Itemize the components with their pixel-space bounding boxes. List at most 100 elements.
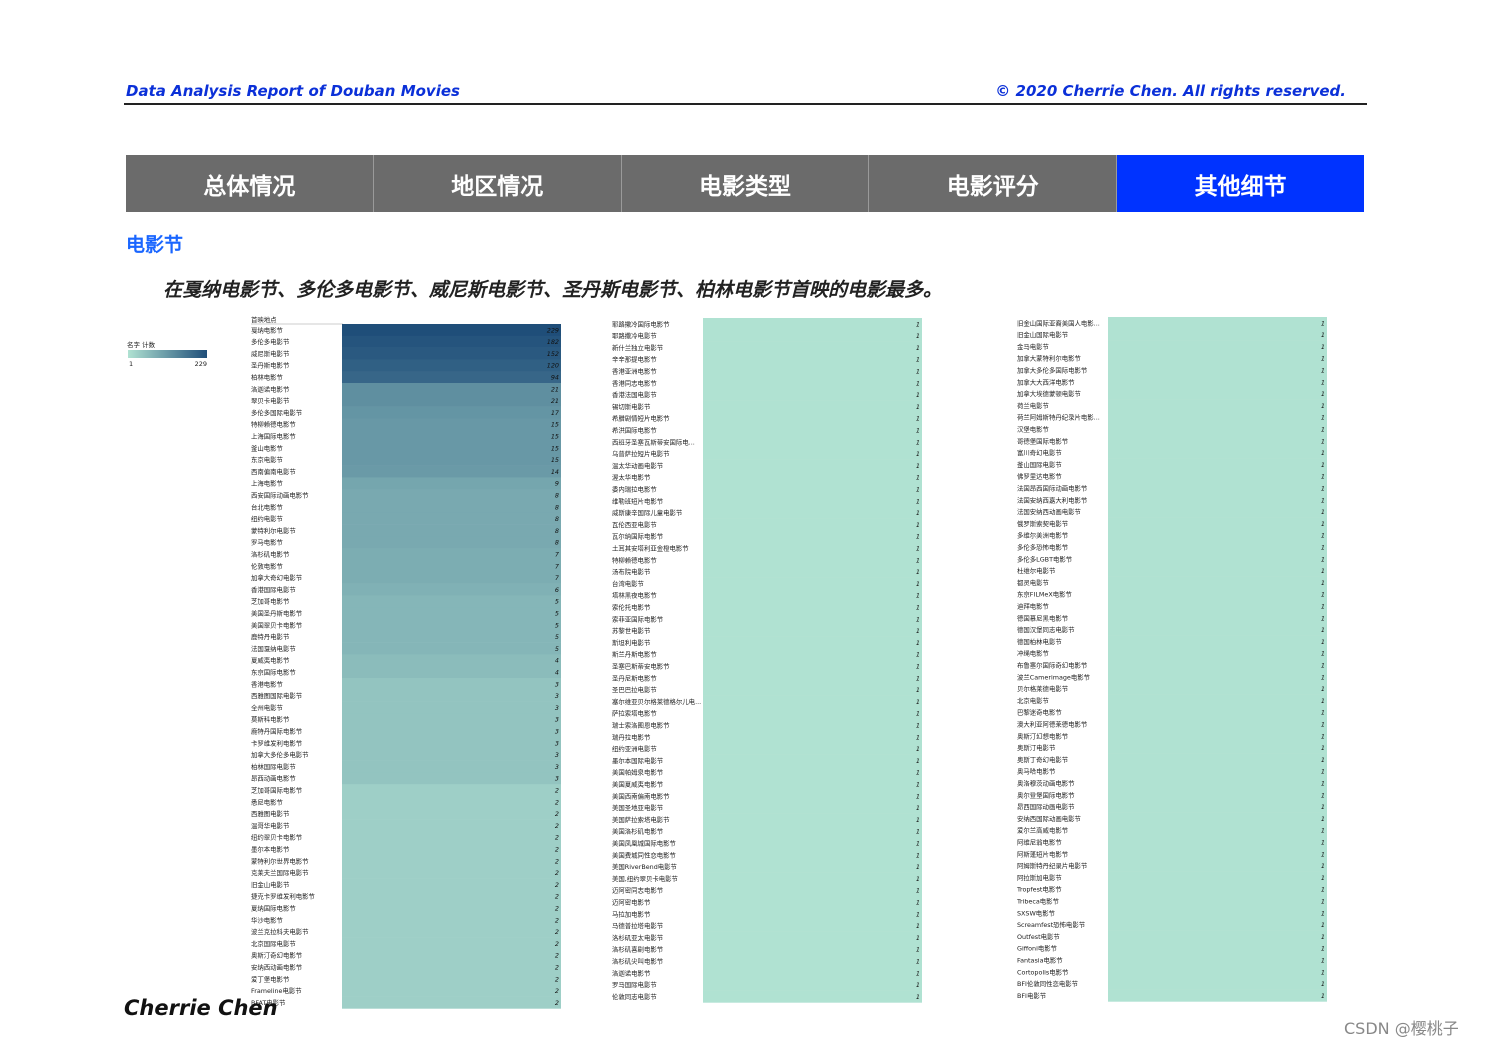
festival-label: 芝加哥国际电影节 bbox=[251, 786, 303, 795]
festival-label: 昂西动画电影节 bbox=[251, 774, 296, 783]
heat-cell bbox=[703, 636, 922, 649]
count-label: 1 bbox=[1321, 544, 1325, 552]
heat-cell bbox=[703, 967, 922, 980]
count-label: 1 bbox=[916, 379, 920, 387]
festival-label: 奥马哈电影节 bbox=[1017, 767, 1056, 776]
count-label: 1 bbox=[1321, 744, 1325, 752]
festival-label: 美国洛杉矶电影节 bbox=[612, 827, 664, 836]
count-label: 3 bbox=[555, 716, 559, 724]
heat-cell bbox=[1108, 553, 1327, 566]
festival-label: 马德普拉塔电影节 bbox=[612, 921, 664, 930]
count-label: 2 bbox=[555, 787, 559, 795]
festival-label: 夏纳国际电影节 bbox=[251, 904, 296, 913]
count-label: 1 bbox=[1321, 367, 1325, 375]
festival-label: 墨尔本国际电影节 bbox=[612, 756, 664, 765]
count-label: 1 bbox=[1321, 957, 1325, 965]
heat-cell bbox=[703, 742, 922, 755]
festival-label: 苏黎世电影节 bbox=[612, 626, 651, 635]
count-label: 1 bbox=[1321, 756, 1325, 764]
festival-label: 戛纳电影节 bbox=[251, 325, 284, 334]
heat-cell bbox=[1108, 907, 1327, 920]
festival-label: 美国凤凰城国际电影节 bbox=[612, 839, 677, 848]
festival-label: 特柳赖德电影节 bbox=[251, 420, 296, 429]
festival-label: 美国圣地亚电影节 bbox=[612, 803, 664, 812]
festival-label: 卡罗维发利电影节 bbox=[251, 738, 303, 747]
festival-label: 希腊剧情短片电影节 bbox=[612, 414, 670, 423]
count-label: 1 bbox=[916, 722, 920, 730]
count-label: 1 bbox=[1321, 508, 1325, 516]
festival-label: 冲绳电影节 bbox=[1017, 649, 1050, 658]
festival-label: 美国西南偏南电影节 bbox=[612, 791, 670, 800]
heat-cell bbox=[703, 719, 922, 732]
count-label: 2 bbox=[555, 857, 559, 865]
festival-label: 上海电影节 bbox=[251, 479, 284, 488]
heat-cell bbox=[1108, 317, 1327, 330]
festival-label: 西南偏南电影节 bbox=[251, 467, 296, 476]
count-label: 1 bbox=[1321, 909, 1325, 917]
count-label: 3 bbox=[555, 728, 559, 736]
count-label: 5 bbox=[555, 621, 559, 629]
heat-cell bbox=[1108, 635, 1327, 648]
heat-cell bbox=[1108, 966, 1327, 979]
count-label: 1 bbox=[916, 415, 920, 423]
count-label: 1 bbox=[1321, 437, 1325, 445]
count-label: 1 bbox=[1321, 485, 1325, 493]
count-label: 2 bbox=[555, 846, 559, 854]
heat-cell bbox=[342, 961, 561, 974]
heat-cell bbox=[342, 725, 561, 738]
heat-cell bbox=[1108, 411, 1327, 424]
heat-cell bbox=[342, 430, 561, 443]
heat-cell bbox=[1108, 612, 1327, 625]
heat-cell bbox=[703, 565, 922, 578]
festival-label: 台湾电影节 bbox=[612, 579, 645, 588]
festival-label: 塔林黑夜电影节 bbox=[612, 591, 657, 600]
count-label: 1 bbox=[1321, 449, 1325, 457]
festival-label: 温太华动画电影节 bbox=[612, 461, 664, 470]
festival-label: Fantasia电影节 bbox=[1017, 956, 1063, 965]
count-label: 1 bbox=[916, 981, 920, 989]
heat-cell bbox=[703, 884, 922, 897]
heat-cell bbox=[703, 613, 922, 626]
heat-cell bbox=[342, 524, 561, 537]
heat-cell bbox=[342, 689, 561, 702]
festival-label: 佛罗里达电影节 bbox=[1017, 472, 1062, 481]
heat-cell bbox=[703, 341, 922, 354]
heat-cell bbox=[703, 672, 922, 685]
heat-cell bbox=[703, 837, 922, 850]
heat-cell bbox=[1108, 399, 1327, 412]
count-label: 1 bbox=[1321, 980, 1325, 988]
heat-cell bbox=[342, 383, 561, 396]
count-label: 5 bbox=[555, 610, 559, 618]
festival-label: 迈阿密电影节 bbox=[612, 898, 651, 907]
festival-label: 迈阿密同志电影节 bbox=[612, 886, 664, 895]
heat-cell bbox=[342, 843, 561, 856]
count-label: 17 bbox=[551, 409, 559, 417]
heat-cell bbox=[342, 548, 561, 561]
heat-cell bbox=[703, 447, 922, 460]
heat-cell bbox=[1108, 328, 1327, 341]
festival-label: 斯坦利电影节 bbox=[612, 638, 651, 647]
heat-cell bbox=[703, 896, 922, 909]
festival-label: 特柳赖德电影节 bbox=[612, 555, 657, 564]
heat-cell bbox=[342, 324, 561, 337]
heat-cell bbox=[1108, 777, 1327, 790]
heat-cell bbox=[1108, 435, 1327, 448]
heat-cell bbox=[342, 571, 561, 584]
count-label: 1 bbox=[1321, 662, 1325, 670]
heat-cell bbox=[342, 371, 561, 384]
heat-cell bbox=[703, 329, 922, 342]
count-label: 1 bbox=[916, 615, 920, 623]
count-label: 1 bbox=[1321, 721, 1325, 729]
count-label: 1 bbox=[916, 816, 920, 824]
festival-label: 耶路撒冷电影节 bbox=[612, 331, 657, 340]
festival-label: 锡切斯电影节 bbox=[612, 402, 651, 411]
heat-cell bbox=[1108, 340, 1327, 353]
heat-cell bbox=[342, 489, 561, 502]
festival-label: 纽约亚洲电影节 bbox=[612, 744, 657, 753]
heat-cell bbox=[1108, 800, 1327, 813]
count-label: 1 bbox=[1321, 850, 1325, 858]
heat-cell bbox=[703, 412, 922, 425]
festival-label: 俄罗斯索契电影节 bbox=[1017, 519, 1069, 528]
heat-cell bbox=[342, 453, 561, 466]
festival-label: 美国RiverBend电影节 bbox=[612, 862, 678, 871]
